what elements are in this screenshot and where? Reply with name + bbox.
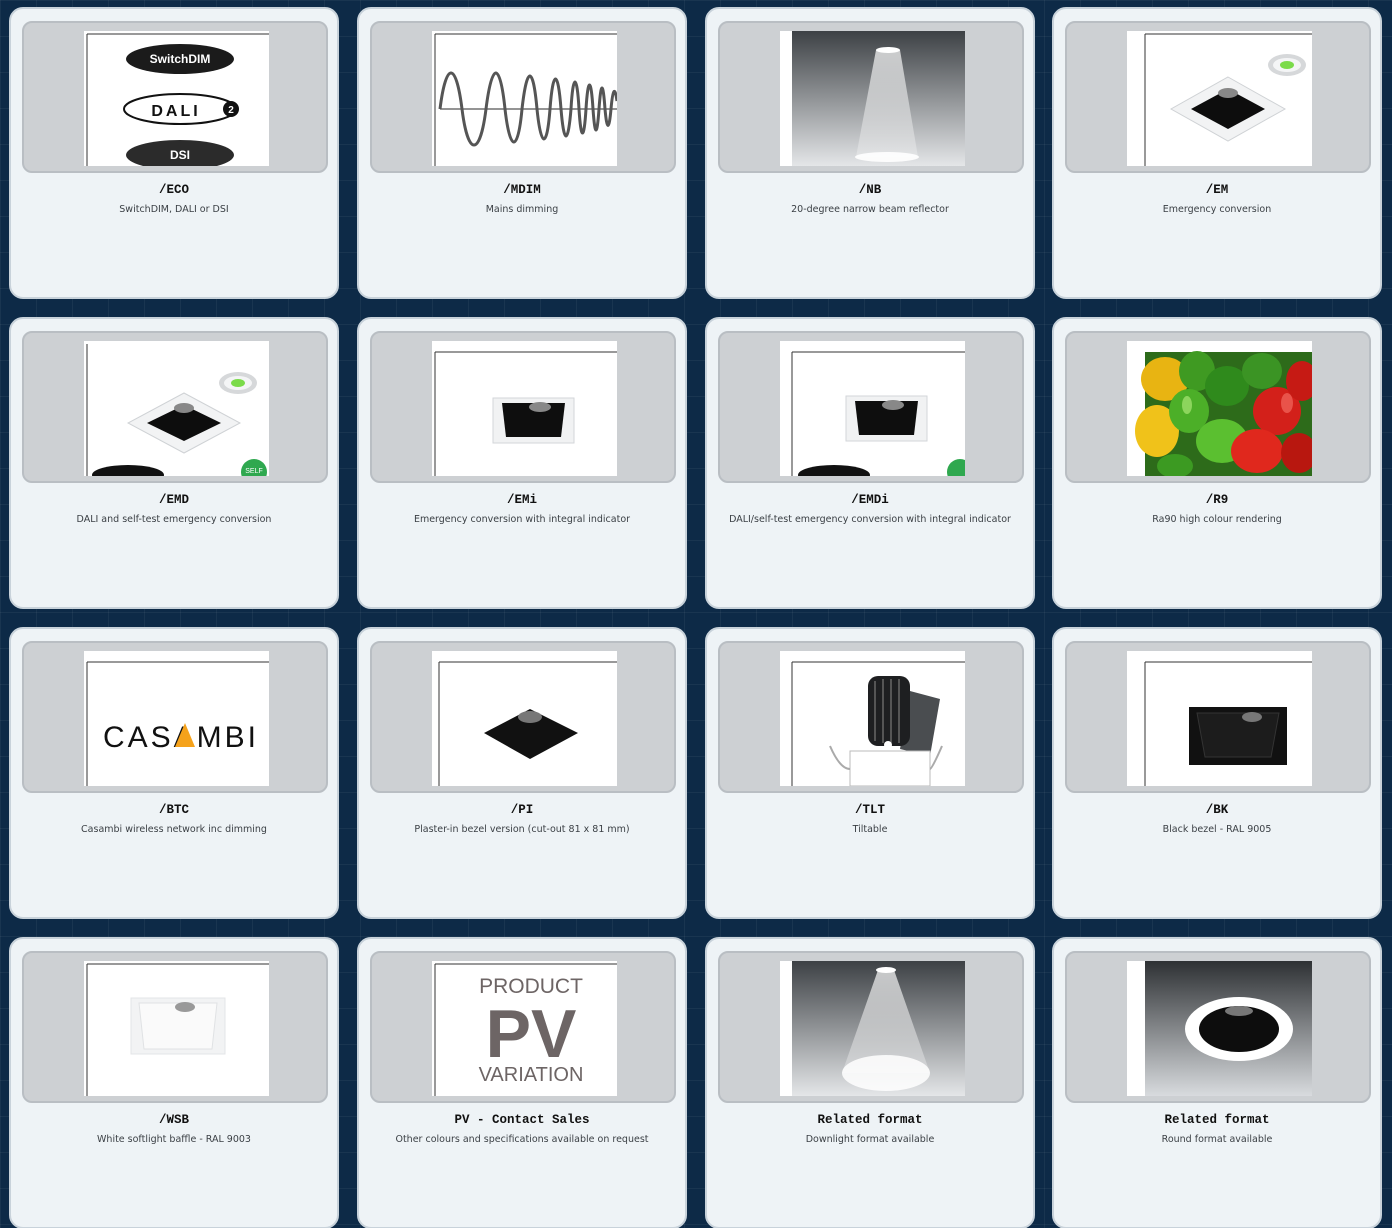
thumbnail-frame (1065, 331, 1371, 483)
square-downlight-icon (432, 341, 617, 476)
thumbnail-frame (718, 641, 1024, 793)
option-code: /R9 (1205, 493, 1229, 507)
option-card-related-round[interactable]: Related format Round format available (1052, 937, 1382, 1228)
thumbnail-frame (370, 21, 676, 173)
option-card-eco[interactable]: SwitchDIM DALI 2 DSI /ECO SwitchDIM, DAL… (9, 7, 339, 299)
round-downlight-icon (1127, 961, 1312, 1096)
thumbnail-frame (718, 951, 1024, 1103)
option-code: PV - Contact Sales (454, 1113, 590, 1127)
option-description: DALI/self-test emergency conversion with… (729, 514, 1011, 525)
white-baffle-icon (84, 961, 269, 1096)
option-description: Other colours and specifications availab… (395, 1134, 649, 1145)
option-description: Plaster-in bezel version (cut-out 81 x 8… (414, 824, 630, 835)
svg-text:2: 2 (228, 105, 234, 116)
thumbnail-frame (370, 331, 676, 483)
option-code: /EMi (506, 493, 537, 507)
tiltable-downlight-icon (780, 651, 965, 786)
option-card-mdim[interactable]: /MDIM Mains dimming (357, 7, 687, 299)
emergency-downlight-icon (1127, 31, 1312, 166)
emergency-dali-downlight-icon: SELF (84, 341, 269, 476)
option-card-emd[interactable]: SELF /EMD DALI and self-test emergency c… (9, 317, 339, 609)
option-code: /EMD (158, 493, 189, 507)
option-card-emi[interactable]: /EMi Emergency conversion with integral … (357, 317, 687, 609)
option-code: /NB (858, 183, 882, 197)
option-code: /PI (510, 803, 534, 817)
thumbnail-frame (718, 331, 1024, 483)
option-description: Mains dimming (485, 204, 559, 215)
option-card-pi[interactable]: /PI Plaster-in bezel version (cut-out 81… (357, 627, 687, 919)
svg-text:SELF: SELF (245, 468, 263, 475)
option-code: /EMDi (851, 493, 889, 507)
option-code: /EM (1205, 183, 1229, 197)
option-description: Casambi wireless network inc dimming (81, 824, 267, 835)
thumbnail-frame (1065, 951, 1371, 1103)
option-description: Emergency conversion with integral indic… (413, 514, 631, 525)
thumbnail-frame (1065, 21, 1371, 173)
option-description: Round format available (1161, 1134, 1273, 1145)
square-downlight-dali-icon (780, 341, 965, 476)
option-description: Tiltable (852, 824, 888, 835)
option-description: Emergency conversion (1162, 204, 1272, 215)
option-code: /TLT (854, 803, 885, 817)
option-card-r9[interactable]: /R9 Ra90 high colour rendering (1052, 317, 1382, 609)
option-card-bk[interactable]: /BK Black bezel - RAL 9005 (1052, 627, 1382, 919)
thumbnail-frame: SELF (22, 331, 328, 483)
eco-dimming-logos-icon: SwitchDIM DALI 2 DSI (84, 31, 269, 166)
option-card-pv[interactable]: PRODUCT PV VARIATION PV - Contact Sales … (357, 937, 687, 1228)
svg-text:DALI: DALI (151, 103, 200, 120)
casambi-logo-icon: CASAMBI (84, 651, 269, 786)
option-description: DALI and self-test emergency conversion (76, 514, 272, 525)
option-description: Downlight format available (805, 1134, 935, 1145)
option-card-emdi[interactable]: /EMDi DALI/self-test emergency conversio… (705, 317, 1035, 609)
option-card-wsb[interactable]: /WSB White softlight baffle - RAL 9003 (9, 937, 339, 1228)
option-description: SwitchDIM, DALI or DSI (119, 204, 229, 215)
wide-beam-icon (780, 961, 965, 1096)
option-card-nb[interactable]: /NB 20-degree narrow beam reflector (705, 7, 1035, 299)
thumbnail-frame: PRODUCT PV VARIATION (370, 951, 676, 1103)
option-code: /BK (1205, 803, 1229, 817)
thumbnail-frame (1065, 641, 1371, 793)
thumbnail-frame (22, 951, 328, 1103)
option-card-tlt[interactable]: /TLT Tiltable (705, 627, 1035, 919)
svg-text:PRODUCT: PRODUCT (479, 975, 583, 998)
option-card-related-downlight[interactable]: Related format Downlight format availabl… (705, 937, 1035, 1228)
option-card-em[interactable]: /EM Emergency conversion (1052, 7, 1382, 299)
svg-text:VARIATION: VARIATION (479, 1064, 584, 1086)
option-description: Black bezel - RAL 9005 (1162, 824, 1272, 835)
product-variation-logo-icon: PRODUCT PV VARIATION (432, 961, 617, 1096)
option-card-btc[interactable]: CASAMBI /BTC Casambi wireless network in… (9, 627, 339, 919)
option-description: White softlight baffle - RAL 9003 (97, 1134, 251, 1145)
thumbnail-frame: SwitchDIM DALI 2 DSI (22, 21, 328, 173)
plaster-in-diamond-icon (432, 651, 617, 786)
option-code: Related format (1164, 1113, 1270, 1127)
black-bezel-icon (1127, 651, 1312, 786)
thumbnail-frame (718, 21, 1024, 173)
thumbnail-frame: CASAMBI (22, 641, 328, 793)
thumbnail-frame (370, 641, 676, 793)
option-code: /BTC (158, 803, 189, 817)
mains-wave-icon (432, 31, 617, 166)
svg-text:DSI: DSI (170, 148, 190, 162)
options-grid: SwitchDIM DALI 2 DSI /ECO SwitchDIM, DAL… (0, 0, 1392, 1228)
option-code: /ECO (158, 183, 189, 197)
svg-text:PV: PV (486, 996, 577, 1072)
narrow-beam-icon (780, 31, 965, 166)
option-description: Ra90 high colour rendering (1152, 514, 1282, 525)
svg-text:SwitchDIM: SwitchDIM (150, 52, 211, 66)
option-code: /MDIM (503, 183, 541, 197)
option-description: 20-degree narrow beam reflector (791, 204, 949, 215)
peppers-photo-icon (1127, 341, 1312, 476)
option-code: /WSB (158, 1113, 189, 1127)
option-code: Related format (817, 1113, 923, 1127)
